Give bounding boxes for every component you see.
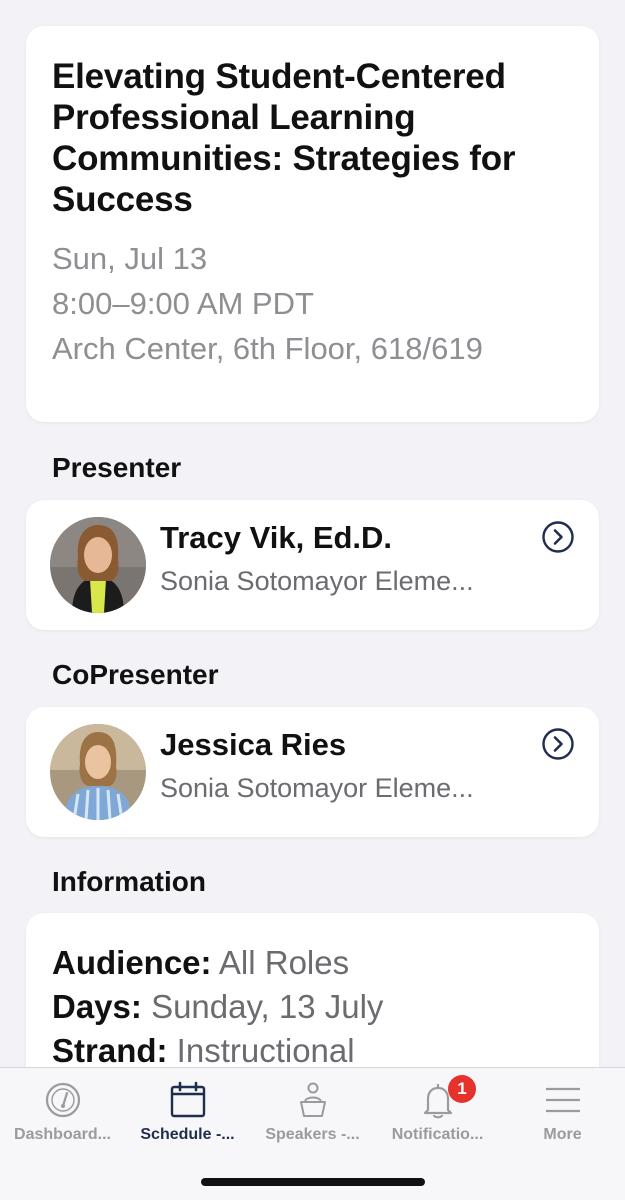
session-title: Elevating Student-Centered Professional … xyxy=(52,57,516,219)
session-card: Elevating Student-Centered Professional … xyxy=(26,26,599,422)
tab-schedule[interactable]: Schedule -... xyxy=(125,1068,250,1168)
chevron-right-circle-icon[interactable] xyxy=(541,520,575,554)
tab-speakers[interactable]: Speakers -... xyxy=(250,1068,375,1168)
tab-label: More xyxy=(543,1126,582,1143)
tab-label: Dashboard... xyxy=(14,1126,111,1143)
session-time: 8:00–9:00 AM PDT xyxy=(52,286,314,321)
hamburger-menu-icon xyxy=(543,1080,583,1120)
tab-dashboard[interactable]: Dashboard... xyxy=(0,1068,125,1168)
avatar xyxy=(50,724,146,820)
speaker-podium-icon xyxy=(293,1080,333,1120)
home-indicator[interactable] xyxy=(201,1178,425,1186)
calendar-icon xyxy=(168,1080,208,1120)
notification-badge: 1 xyxy=(448,1075,476,1103)
tab-label: Speakers -... xyxy=(265,1126,360,1143)
information-section-label: Information xyxy=(52,866,206,897)
tab-label: Schedule -... xyxy=(140,1126,235,1143)
session-meta: Sun, Jul 13 8:00–9:00 AM PDT Arch Center… xyxy=(52,236,573,371)
gauge-icon xyxy=(43,1080,83,1120)
session-location: Arch Center, 6th Floor, 618/619 xyxy=(52,331,483,366)
info-key: Days: xyxy=(52,988,142,1025)
session-date: Sun, Jul 13 xyxy=(52,241,208,276)
info-row-days: Days: Sunday, 13 July xyxy=(52,985,573,1029)
copresenter-org: Sonia Sotomayor Eleme... xyxy=(160,773,474,803)
tab-label: Notificatio... xyxy=(391,1126,484,1143)
copresenter-section-label: CoPresenter xyxy=(52,659,219,690)
tab-notifications[interactable]: 1 Notificatio... xyxy=(375,1068,500,1168)
info-value: Sunday, 13 July xyxy=(151,988,384,1025)
session-detail-screen: Elevating Student-Centered Professional … xyxy=(0,0,625,1200)
avatar xyxy=(50,517,146,613)
presenter-section-label: Presenter xyxy=(52,452,182,483)
presenter-card[interactable]: Tracy Vik, Ed.D. Sonia Sotomayor Eleme..… xyxy=(26,500,599,630)
info-key: Audience: xyxy=(52,944,212,981)
presenter-org: Sonia Sotomayor Eleme... xyxy=(160,566,474,596)
info-key: Strand: xyxy=(52,1032,168,1069)
info-value: All Roles xyxy=(218,944,350,981)
info-row-audience: Audience: All Roles xyxy=(52,941,573,985)
copresenter-card[interactable]: Jessica Ries Sonia Sotomayor Eleme... xyxy=(26,707,599,837)
info-value: Instructional xyxy=(176,1032,355,1069)
copresenter-name: Jessica Ries xyxy=(160,727,347,762)
presenter-name: Tracy Vik, Ed.D. xyxy=(160,520,393,555)
tab-more[interactable]: More xyxy=(500,1068,625,1168)
chevron-right-circle-icon[interactable] xyxy=(541,727,575,761)
